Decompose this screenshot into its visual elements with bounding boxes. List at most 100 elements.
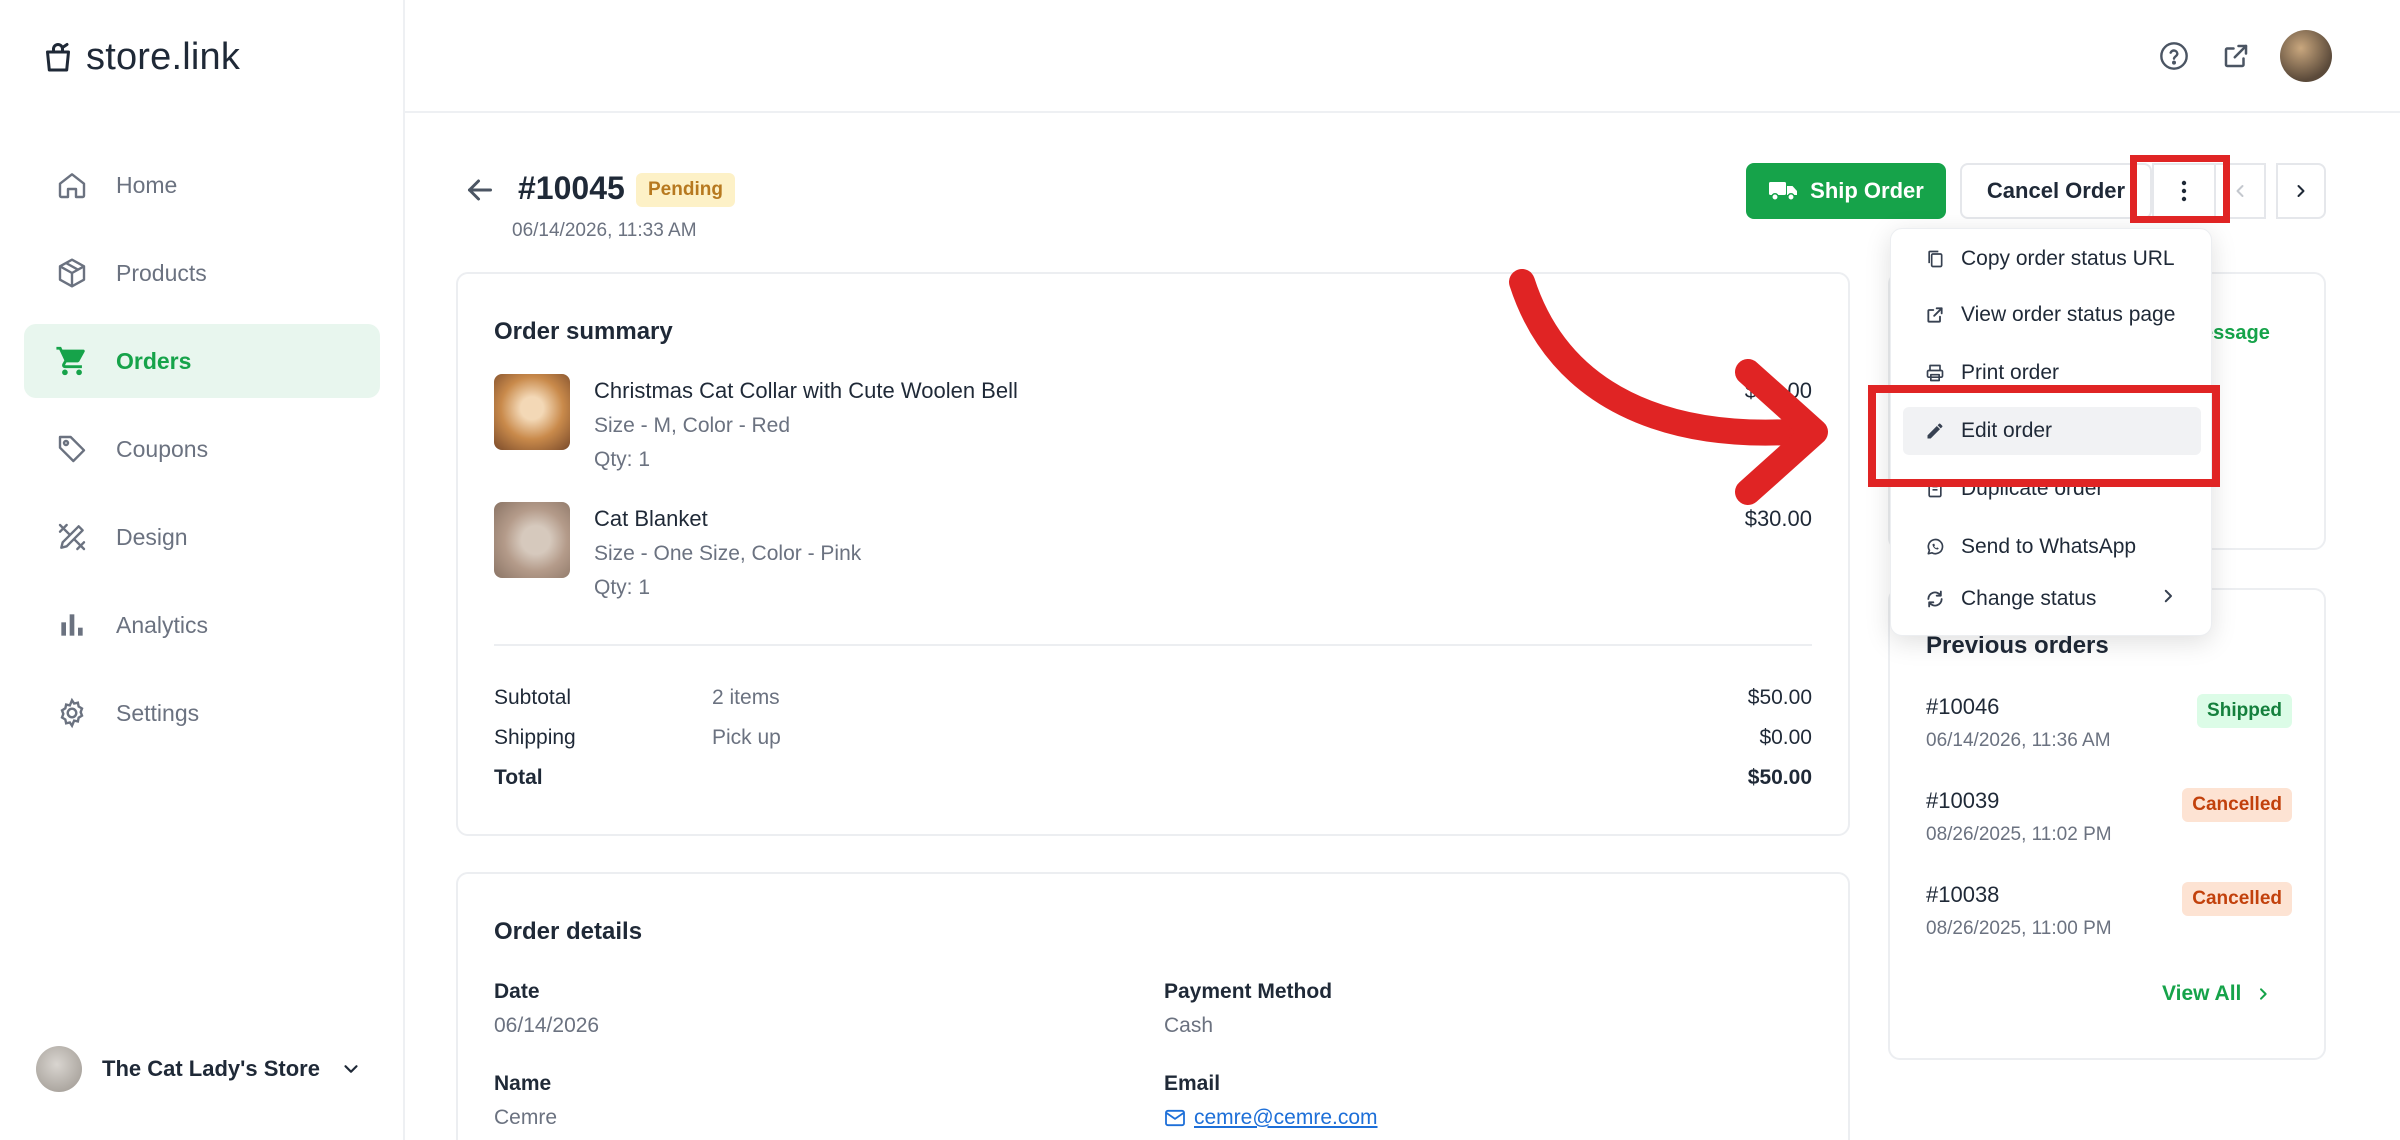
mail-icon — [1164, 1109, 1186, 1127]
menu-item-view-status-page[interactable]: View order status page — [1903, 291, 2201, 339]
truck-icon — [1768, 179, 1798, 203]
sidebar-item-coupons[interactable]: Coupons — [24, 412, 380, 486]
shipping-method: Pick up — [712, 726, 781, 749]
sidebar-item-design[interactable]: Design — [24, 500, 380, 574]
list-item: Christmas Cat Collar with Cute Woolen Be… — [494, 374, 1812, 474]
more-actions-button[interactable] — [2152, 163, 2216, 219]
previous-order-date: 06/14/2026, 11:36 AM — [1926, 730, 2111, 751]
user-avatar[interactable] — [2280, 30, 2332, 82]
tag-icon — [52, 429, 92, 469]
menu-item-label: Print order — [1961, 361, 2060, 384]
menu-item-edit-order[interactable]: Edit order — [1903, 407, 2201, 455]
shipping-row: Shipping Pick up $0.00 — [494, 726, 1812, 756]
sidebar: store.link Home Products Orders Coupons — [0, 0, 405, 1140]
logo-text: store.link — [86, 36, 241, 78]
product-price: $30.00 — [1744, 506, 1812, 531]
menu-item-duplicate-order[interactable]: Duplicate order — [1903, 465, 2201, 513]
sidebar-item-label: Orders — [116, 347, 192, 374]
product-price: $20.00 — [1744, 378, 1812, 403]
product-variant: Size - M, Color - Red — [594, 414, 791, 437]
payment-method-value: Cash — [1164, 1014, 1214, 1037]
previous-order-id: #10039 — [1926, 788, 2000, 813]
name-value: Cemre — [494, 1106, 558, 1129]
subtotal-label: Subtotal — [494, 686, 572, 709]
date-value: 06/14/2026 — [494, 1014, 600, 1037]
back-arrow-icon[interactable] — [462, 172, 498, 208]
top-bar — [405, 0, 2400, 113]
product-name[interactable]: Cat Blanket — [594, 506, 708, 532]
email-label: Email — [1164, 1072, 1221, 1095]
chevron-left-icon — [2230, 181, 2250, 201]
product-variant: Size - One Size, Color - Pink — [594, 542, 862, 565]
subtotal-items: 2 items — [712, 686, 780, 709]
cancel-order-button[interactable]: Cancel Order — [1960, 163, 2152, 219]
menu-item-send-whatsapp[interactable]: Send to WhatsApp — [1903, 523, 2201, 571]
product-name[interactable]: Christmas Cat Collar with Cute Woolen Be… — [594, 378, 1018, 404]
sidebar-item-label: Analytics — [116, 611, 209, 638]
previous-order-date: 08/26/2025, 11:00 PM — [1926, 918, 2112, 939]
sidebar-item-label: Design — [116, 523, 188, 550]
view-all-link[interactable]: View All — [2162, 982, 2271, 1006]
previous-order-row[interactable]: #10046 06/14/2026, 11:36 AM Shipped — [1926, 694, 2292, 760]
order-details-card: Order details Date 06/14/2026 Payment Me… — [456, 872, 1850, 1140]
sidebar-item-orders[interactable]: Orders — [24, 324, 380, 398]
bar-chart-icon — [52, 605, 92, 645]
more-vertical-icon — [2180, 179, 2188, 203]
ship-order-label: Ship Order — [1810, 178, 1924, 203]
sidebar-item-analytics[interactable]: Analytics — [24, 588, 380, 662]
name-label: Name — [494, 1072, 552, 1095]
previous-order-id: #10046 — [1926, 694, 2000, 719]
menu-item-copy-status-url[interactable]: Copy order status URL — [1903, 235, 2201, 283]
previous-order-id: #10038 — [1926, 882, 2000, 907]
sidebar-item-label: Coupons — [116, 435, 209, 462]
order-number: #10045 — [518, 170, 625, 206]
menu-item-label: Send to WhatsApp — [1961, 535, 2137, 558]
status-badge: Cancelled — [2182, 788, 2292, 822]
chevron-down-icon — [340, 1058, 362, 1080]
previous-order-row[interactable]: #10038 08/26/2025, 11:00 PM Cancelled — [1926, 882, 2292, 948]
product-thumbnail[interactable] — [494, 374, 570, 450]
store-switcher[interactable]: The Cat Lady's Store — [36, 1046, 362, 1092]
list-item: Cat Blanket Size - One Size, Color - Pin… — [494, 502, 1812, 602]
shipping-value: $0.00 — [1759, 726, 1812, 749]
ship-order-button[interactable]: Ship Order — [1746, 163, 1946, 219]
order-summary-card: Order summary Christmas Cat Collar with … — [456, 272, 1850, 836]
cart-icon — [52, 341, 92, 381]
view-all-label: View All — [2162, 982, 2242, 1005]
product-thumbnail[interactable] — [494, 502, 570, 578]
next-order-button[interactable] — [2276, 163, 2326, 219]
order-summary-title: Order summary — [494, 318, 673, 345]
sidebar-item-home[interactable]: Home — [24, 148, 380, 222]
sidebar-item-products[interactable]: Products — [24, 236, 380, 310]
menu-item-change-status[interactable]: Change status — [1903, 575, 2201, 623]
subtotal-value: $50.00 — [1747, 686, 1812, 709]
divider — [494, 644, 1812, 646]
shipping-label: Shipping — [494, 726, 576, 749]
store-logo[interactable]: store.link — [40, 36, 240, 79]
sidebar-item-settings[interactable]: Settings — [24, 676, 380, 750]
previous-order-row[interactable]: #10039 08/26/2025, 11:02 PM Cancelled — [1926, 788, 2292, 854]
previous-order-date: 08/26/2025, 11:02 PM — [1926, 824, 2112, 845]
total-label: Total — [494, 766, 543, 789]
help-icon[interactable] — [2154, 36, 2194, 76]
previous-order-button[interactable] — [2216, 163, 2266, 219]
previous-orders-title: Previous orders — [1926, 632, 2109, 659]
external-link-icon[interactable] — [2216, 36, 2256, 76]
email-link[interactable]: cemre@cemre.com — [1164, 1106, 1378, 1130]
menu-item-print-order[interactable]: Print order — [1903, 349, 2201, 397]
gear-icon — [52, 693, 92, 733]
pencil-icon — [1923, 419, 1947, 443]
home-icon — [52, 165, 92, 205]
sidebar-item-label: Settings — [116, 699, 200, 726]
menu-item-label: Change status — [1961, 587, 2097, 610]
sidebar-item-label: Products — [116, 259, 207, 286]
send-message-link[interactable]: essage — [2202, 322, 2270, 345]
box-icon — [52, 253, 92, 293]
menu-item-label: Duplicate order — [1961, 477, 2104, 500]
shopping-bag-icon — [40, 40, 76, 76]
status-badge: Pending — [636, 173, 735, 207]
sidebar-nav: Home Products Orders Coupons Design Anal… — [24, 148, 380, 764]
status-badge: Shipped — [2197, 694, 2292, 728]
menu-item-label: Copy order status URL — [1961, 247, 2175, 270]
whatsapp-icon — [1923, 535, 1947, 559]
